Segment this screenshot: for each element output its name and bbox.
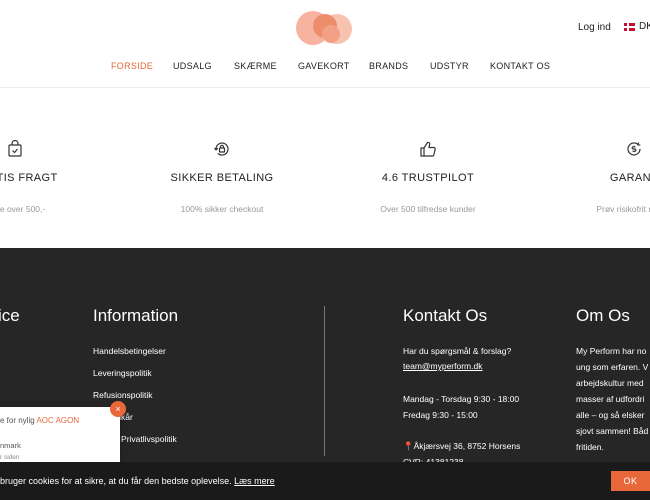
about-heading: Om Os	[576, 306, 630, 325]
main-nav: FORSIDE UDSALG SKÆRME GAVEKORT BRANDS UD…	[0, 61, 650, 75]
link-handelsbetingelser[interactable]: Handelsbetingelser	[93, 346, 166, 356]
cookie-read-more-link[interactable]: Læs mere	[234, 476, 275, 486]
thumbs-up-icon	[420, 141, 436, 157]
cookie-banner: bruger cookies for at sikre, at du får d…	[0, 462, 650, 500]
about-text-line: sjovt sammen! Båd	[576, 426, 649, 436]
login-link[interactable]: Log ind	[578, 22, 611, 33]
nav-gavekort[interactable]: GAVEKORT	[298, 61, 350, 71]
cookie-message: bruger cookies for at sikre, at du får d…	[0, 476, 275, 486]
feature-subtitle: ordre over 500,-	[0, 204, 46, 214]
feature-title: GARANT	[609, 172, 650, 184]
nav-udstyr[interactable]: UDSTYR	[430, 61, 469, 71]
cookie-ok-button[interactable]: OK	[611, 471, 650, 491]
popup-time: r siden	[0, 454, 20, 461]
about-text-line: masser af udfordri	[576, 394, 645, 404]
feature-title: GRATIS FRAGT	[0, 172, 58, 184]
bag-icon	[8, 140, 22, 157]
popup-message: e for nylig AOC AGON	[0, 416, 79, 425]
feature-subtitle: 100% sikker checkout	[180, 204, 264, 214]
popup-close-button[interactable]: ×	[110, 401, 126, 417]
contact-email-link[interactable]: team@myperform.dk	[403, 361, 482, 371]
feature-subtitle: Over 500 tilfredse kunder	[380, 204, 476, 214]
link-privatlivspolitik[interactable]: & Privatlivspolitik	[113, 434, 177, 444]
money-back-icon	[627, 142, 641, 156]
about-text-line: ung som erfaren. V	[576, 362, 649, 372]
about-text-line: fritiden.	[576, 442, 604, 452]
about-text-line: arbejdskultur med	[576, 378, 644, 388]
nav-udsalg[interactable]: UDSALG	[173, 61, 212, 71]
denmark-flag-icon	[624, 22, 635, 31]
currency-label: DKK	[639, 21, 650, 32]
popup-message-prefix: e for nylig	[0, 416, 35, 425]
link-leveringspolitik[interactable]: Leveringspolitik	[93, 368, 152, 378]
opening-hours-weekdays: Mandag - Torsdag 9:30 - 18:00	[403, 394, 520, 404]
nav-brands[interactable]: BRANDS	[369, 61, 408, 71]
contact-address: 📍Åkjærsvej 36, 8752 Horsens	[403, 441, 521, 451]
secure-lock-icon	[214, 142, 229, 156]
feature-subtitle: Prøv risikofrit med v	[596, 204, 650, 214]
popup-product-link[interactable]: AOC AGON	[36, 416, 79, 425]
nav-skaerme[interactable]: SKÆRME	[234, 61, 277, 71]
myperform-logo[interactable]	[293, 9, 357, 47]
service-heading: ice	[0, 306, 20, 325]
about-text-line: My Perform har no	[576, 346, 647, 356]
information-heading: Information	[93, 306, 179, 325]
link-refusionspolitik[interactable]: Refusionspolitik	[93, 390, 153, 400]
currency-selector[interactable]: DKK	[624, 21, 650, 32]
site-header: Log ind DKK FORSIDE UDSALG SKÆRME GAVEKO…	[0, 0, 650, 88]
footer-divider	[324, 306, 325, 456]
usp-features: GRATIS FRAGT ordre over 500,- SIKKER BET…	[0, 88, 650, 248]
nav-kontakt-os[interactable]: KONTAKT OS	[490, 61, 550, 71]
contact-question: Har du spørgsmål & forslag?	[403, 346, 512, 356]
about-text-line: alle – og så elsker	[576, 410, 645, 420]
contact-heading: Kontakt Os	[403, 306, 488, 325]
opening-hours-friday: Fredag 9:30 - 15:00	[403, 410, 478, 420]
nav-forside[interactable]: FORSIDE	[111, 61, 153, 71]
popup-location: nmark	[0, 441, 21, 450]
feature-title: 4.6 TRUSTPILOT	[381, 172, 475, 184]
cookie-text: bruger cookies for at sikre, at du får d…	[0, 476, 232, 486]
feature-title: SIKKER BETALING	[170, 172, 274, 184]
